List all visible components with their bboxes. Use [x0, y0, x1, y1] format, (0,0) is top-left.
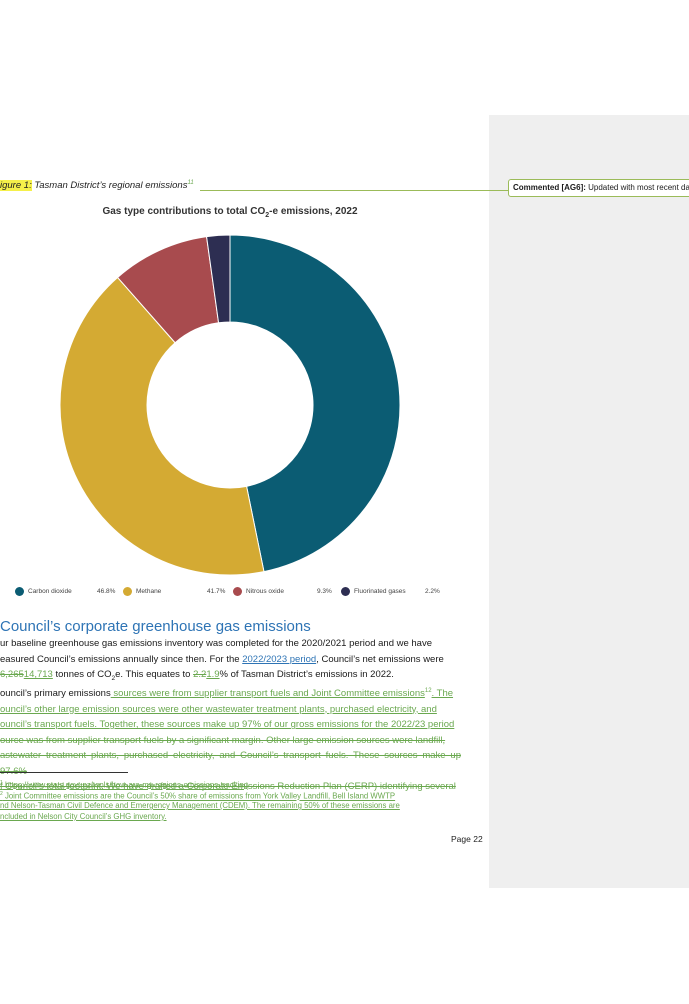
legend-item-fluorinated-gases: Fluorinated gases: [341, 587, 406, 596]
legend-percent: 2.2%: [425, 588, 440, 595]
legend-percent: 9.3%: [317, 588, 332, 595]
comment-text: Updated with most recent da: [585, 183, 689, 192]
deleted-percent: 2.2: [193, 669, 207, 680]
footnote-12-line3: ncluded in Nelson City Council’s GHG inv…: [0, 812, 167, 821]
legend-item-carbon-dioxide: Carbon dioxide: [15, 587, 72, 596]
document-page: igure 1: Tasman District’s regional emis…: [0, 0, 489, 1004]
para1-line3-text: tonnes of CO: [52, 669, 112, 680]
para2-line1-insert: sources were from supplier transport fue…: [110, 688, 425, 700]
para1-line3-end: % of Tasman District’s emissions in 2022…: [219, 669, 394, 680]
para2-line1-insert-end: . The: [431, 688, 454, 700]
footnote-ref-11[interactable]: 11: [187, 180, 193, 186]
legend-swatch: [233, 587, 242, 596]
footnote-separator: [0, 772, 128, 773]
legend-swatch: [341, 587, 350, 596]
legend-percent: 46.8%: [97, 588, 116, 595]
inserted-value: 14,713: [23, 669, 53, 680]
footnote-ref-12[interactable]: 12: [425, 688, 432, 694]
comment-balloon[interactable]: Commented [AG6]: Updated with most recen…: [508, 179, 689, 197]
para2-line1-text: ouncil’s primary emissions: [0, 688, 111, 700]
para2-line4: ource was from supplier transport fuels …: [0, 734, 446, 746]
donut-slice-carbon-dioxide: [229, 234, 401, 573]
figure-caption: igure 1: Tasman District’s regional emis…: [0, 180, 194, 192]
legend-label: Fluorinated gases: [354, 588, 406, 595]
figure-caption-prefix: igure 1: [0, 180, 30, 192]
para2-line3: ouncil’s transport fuels. Together, thes…: [0, 719, 455, 731]
section-heading: Council’s corporate greenhouse gas emiss…: [0, 618, 311, 635]
para1-line2-end: , Council’s net emissions were: [316, 653, 444, 665]
legend-item-methane: Methane: [123, 587, 161, 596]
deleted-value: 6,265: [0, 669, 24, 680]
inserted-percent: 1.9: [206, 669, 220, 680]
para2-line1: ouncil’s primary emissions sources were …: [0, 684, 461, 702]
comment-connector: [200, 190, 509, 191]
comment-author: Commented [AG6]:: [513, 183, 586, 192]
legend-swatch: [15, 587, 24, 596]
para2-line5: astewater treatment plants, purchased el…: [0, 750, 461, 777]
paragraph-baseline: ur baseline greenhouse gas emissions inv…: [0, 636, 461, 686]
legend-label: Methane: [136, 588, 162, 595]
para1-line1: ur baseline greenhouse gas emissions inv…: [0, 638, 432, 649]
legend-label: Nitrous oxide: [246, 588, 284, 595]
figure-caption-text: Tasman District’s regional emissions: [31, 180, 188, 192]
legend-label: Carbon dioxide: [28, 588, 72, 595]
legend-swatch: [123, 587, 132, 596]
para1-line2-text: easured Council’s emissions annually sin…: [0, 653, 243, 665]
page-number: Page 22: [451, 834, 483, 844]
period-link[interactable]: 2022/2023 period: [242, 654, 316, 665]
para2-line2: ouncil’s other large emission sources we…: [0, 703, 437, 715]
chart-title-suffix: -e emissions, 2022: [269, 206, 358, 217]
chart-title: Gas type contributions to total CO2-e em…: [0, 206, 460, 219]
legend-percent: 41.7%: [207, 588, 226, 595]
donut-chart: [59, 234, 401, 576]
legend-item-nitrous-oxide: Nitrous oxide: [233, 587, 284, 596]
para1-line2: easured Council’s emissions annually sin…: [0, 652, 461, 668]
comment-margin: [489, 115, 689, 888]
para1-line3-mid: e. This equates to: [115, 669, 194, 680]
footnote-12-line2: nd Nelson-Tasman Civil Defence and Emerg…: [0, 801, 400, 810]
chart-title-text: Gas type contributions to total CO: [102, 206, 266, 217]
